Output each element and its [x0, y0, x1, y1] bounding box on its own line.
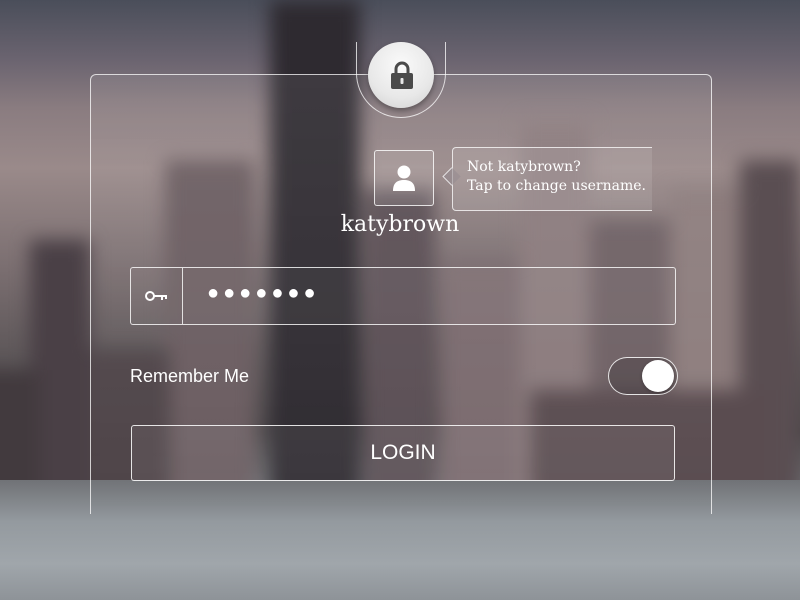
tooltip-text[interactable]: Not katybrown? Tap to change username.: [467, 158, 646, 196]
password-field[interactable]: ●●●●●●●: [130, 267, 676, 325]
key-icon: [145, 291, 167, 301]
user-icon: [393, 165, 415, 191]
username-label: katybrown: [340, 212, 460, 237]
remember-me-label: Remember Me: [130, 366, 250, 386]
lock-icon: [389, 60, 415, 90]
tooltip-line-1: Not katybrown?: [467, 159, 581, 175]
password-input[interactable]: ●●●●●●●: [207, 282, 320, 305]
user-avatar[interactable]: [374, 150, 434, 206]
toggle-knob[interactable]: [642, 360, 674, 392]
login-button[interactable]: LOGIN: [131, 425, 675, 481]
tooltip-line-2: Tap to change username.: [467, 178, 646, 194]
key-icon-box: [131, 268, 183, 324]
remember-me-toggle[interactable]: [608, 357, 678, 395]
